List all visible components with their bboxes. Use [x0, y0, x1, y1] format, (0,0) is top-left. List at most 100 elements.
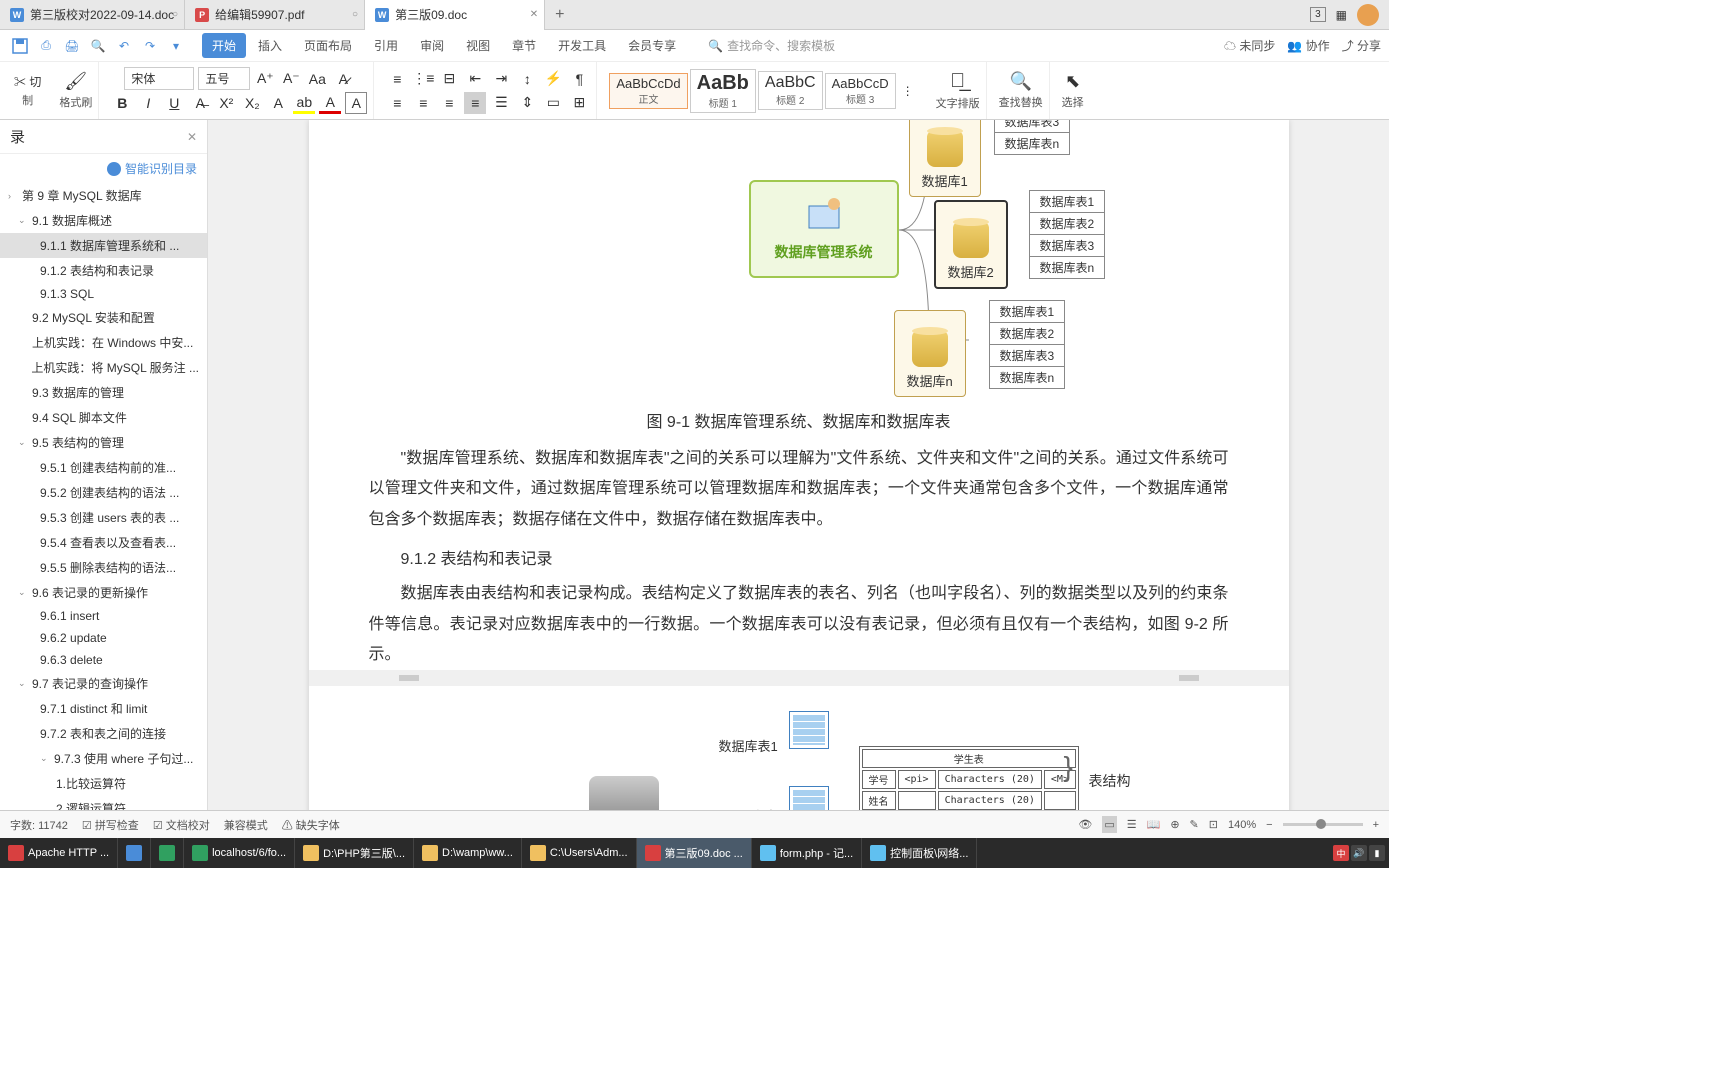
- align-justify-button[interactable]: ≡: [464, 92, 486, 114]
- font-color-button[interactable]: A: [319, 92, 341, 114]
- toc-item[interactable]: 9.3 数据库的管理: [0, 380, 207, 405]
- save-icon[interactable]: [8, 34, 32, 58]
- toc-item[interactable]: 9.6.3 delete: [0, 649, 207, 671]
- toc-item[interactable]: 9.6.2 update: [0, 627, 207, 649]
- ribbon-tab-insert[interactable]: 插入: [248, 33, 292, 58]
- numbering-button[interactable]: ⋮≡: [412, 68, 434, 90]
- distribute-button[interactable]: ☰: [490, 92, 512, 114]
- increase-indent-button[interactable]: ⇥: [490, 68, 512, 90]
- toc-item[interactable]: 9.6.1 insert: [0, 605, 207, 627]
- styles-more-icon[interactable]: ⋮: [898, 80, 918, 102]
- align-left-button[interactable]: ≡: [386, 92, 408, 114]
- toc-item[interactable]: 9.5.1 创建表结构前的准...: [0, 455, 207, 480]
- chevron-icon[interactable]: ›: [8, 191, 18, 201]
- new-tab-button[interactable]: +: [545, 6, 574, 24]
- taskbar-item[interactable]: localhost/6/fo...: [184, 838, 295, 868]
- taskbar-item[interactable]: form.php - 记...: [752, 838, 862, 868]
- chevron-icon[interactable]: ⌄: [18, 437, 28, 448]
- ribbon-tab-vip[interactable]: 会员专享: [618, 33, 686, 58]
- zoom-slider[interactable]: [1283, 823, 1363, 826]
- focus-mode-icon[interactable]: 👁: [1078, 818, 1092, 831]
- word-count[interactable]: 字数: 11742: [10, 817, 68, 833]
- close-icon[interactable]: ✕: [530, 9, 538, 20]
- saveas-icon[interactable]: ⎙: [34, 34, 58, 58]
- align-right-button[interactable]: ≡: [438, 92, 460, 114]
- style-h1[interactable]: AaBb 标题 1: [690, 69, 756, 113]
- change-case-icon[interactable]: Aa: [306, 68, 328, 90]
- tab-doc2[interactable]: W 第三版09.doc ✕: [365, 0, 545, 30]
- toc-item[interactable]: 9.5.4 查看表以及查看表...: [0, 530, 207, 555]
- bullets-button[interactable]: ≡: [386, 68, 408, 90]
- find-replace-icon[interactable]: 🔍: [1009, 71, 1031, 92]
- share-button[interactable]: ⤴ 分享: [1342, 37, 1381, 54]
- print-icon[interactable]: 🖨: [60, 34, 84, 58]
- cut-icon[interactable]: ✂ 切: [14, 73, 41, 90]
- toc-item[interactable]: 9.1.2 表结构和表记录: [0, 258, 207, 283]
- apps-icon[interactable]: ▦: [1336, 8, 1347, 22]
- increase-font-icon[interactable]: A⁺: [254, 68, 276, 90]
- toc-item[interactable]: 9.1.3 SQL: [0, 283, 207, 305]
- ribbon-tab-ref[interactable]: 引用: [364, 33, 408, 58]
- toc-item[interactable]: ⌄9.7.3 使用 where 子句过...: [0, 746, 207, 771]
- preview-icon[interactable]: 🔍: [86, 34, 110, 58]
- text-effects-button[interactable]: A: [267, 92, 289, 114]
- command-search[interactable]: 🔍 查找命令、搜索模板: [708, 37, 835, 54]
- text-layout-icon[interactable]: 文̲: [950, 70, 965, 93]
- tray-icon[interactable]: ▮: [1369, 845, 1385, 861]
- line-spacing-button[interactable]: ⇕: [516, 92, 538, 114]
- taskbar-item[interactable]: [118, 838, 151, 868]
- web-layout-icon[interactable]: ⊕: [1170, 818, 1179, 831]
- toc-item[interactable]: ›第 9 章 MySQL 数据库: [0, 183, 207, 208]
- taskbar-item[interactable]: Apache HTTP ...: [0, 838, 118, 868]
- toc-item[interactable]: 9.7.1 distinct 和 limit: [0, 696, 207, 721]
- toc-item[interactable]: ⌄9.7 表记录的查询操作: [0, 671, 207, 696]
- collab-button[interactable]: 👥 协作: [1287, 37, 1329, 54]
- font-name-select[interactable]: 宋体: [124, 67, 194, 90]
- toc-item[interactable]: ⌄9.5 表结构的管理: [0, 430, 207, 455]
- tab-pin-icon[interactable]: ○: [172, 9, 178, 20]
- ribbon-tab-review[interactable]: 审阅: [410, 33, 454, 58]
- decrease-font-icon[interactable]: A⁻: [280, 68, 302, 90]
- print-layout-icon[interactable]: ▭: [1102, 816, 1116, 833]
- sort-button[interactable]: ⚡: [542, 68, 564, 90]
- doc-proof-toggle[interactable]: ☑ 文档校对: [153, 817, 210, 833]
- select-icon[interactable]: ⬉: [1065, 71, 1080, 92]
- show-marks-button[interactable]: ¶: [568, 68, 590, 90]
- toc-item[interactable]: 1.比较运算符: [0, 771, 207, 796]
- subscript-button[interactable]: X₂: [241, 92, 263, 114]
- font-size-select[interactable]: 五号: [198, 67, 250, 90]
- taskbar-item[interactable]: 第三版09.doc ...: [637, 838, 752, 868]
- tab-pin-icon[interactable]: ○: [352, 9, 358, 20]
- missing-font[interactable]: ⚠ 缺失字体: [282, 817, 340, 833]
- reading-view-icon[interactable]: 📖: [1147, 818, 1161, 831]
- edit-icon[interactable]: ✎: [1190, 818, 1199, 831]
- borders-button[interactable]: ⊞: [568, 92, 590, 114]
- ribbon-tab-dev[interactable]: 开发工具: [548, 33, 616, 58]
- bold-button[interactable]: B: [111, 92, 133, 114]
- style-normal[interactable]: AaBbCcDd 正文: [609, 73, 687, 109]
- taskbar-item[interactable]: 控制面板\网络...: [862, 838, 977, 868]
- zoom-level[interactable]: 140%: [1228, 819, 1256, 831]
- ribbon-tab-layout[interactable]: 页面布局: [294, 33, 362, 58]
- ribbon-tab-view[interactable]: 视图: [456, 33, 500, 58]
- format-painter-icon[interactable]: 🖌: [64, 71, 87, 92]
- document-viewport[interactable]: 数据库管理系统 数据库1 数据库2 数据库n 数据库表3 数据库表n 数据库表1…: [208, 120, 1389, 838]
- avatar[interactable]: [1357, 4, 1379, 26]
- style-h3[interactable]: AaBbCcD 标题 3: [825, 73, 896, 109]
- sync-status[interactable]: ☁ 未同步: [1224, 37, 1275, 54]
- underline-button[interactable]: U: [163, 92, 185, 114]
- shading-button[interactable]: ▭: [542, 92, 564, 114]
- toc-item[interactable]: 上机实践：将 MySQL 服务注 ...: [0, 355, 207, 380]
- ime-icon[interactable]: 中: [1333, 845, 1349, 861]
- toc-item[interactable]: 9.1.1 数据库管理系统和 ...: [0, 233, 207, 258]
- align-center-button[interactable]: ≡: [412, 92, 434, 114]
- chevron-icon[interactable]: ⌄: [18, 215, 28, 226]
- toc-item[interactable]: 9.5.5 删除表结构的语法...: [0, 555, 207, 580]
- outline-view-icon[interactable]: ☰: [1127, 818, 1137, 831]
- tray-icon[interactable]: 🔊: [1351, 845, 1367, 861]
- italic-button[interactable]: I: [137, 92, 159, 114]
- toc-item[interactable]: 9.4 SQL 脚本文件: [0, 405, 207, 430]
- toc-item[interactable]: 9.5.2 创建表结构的语法 ...: [0, 480, 207, 505]
- multilevel-button[interactable]: ⊟: [438, 68, 460, 90]
- sidebar-close-icon[interactable]: ✕: [187, 130, 197, 144]
